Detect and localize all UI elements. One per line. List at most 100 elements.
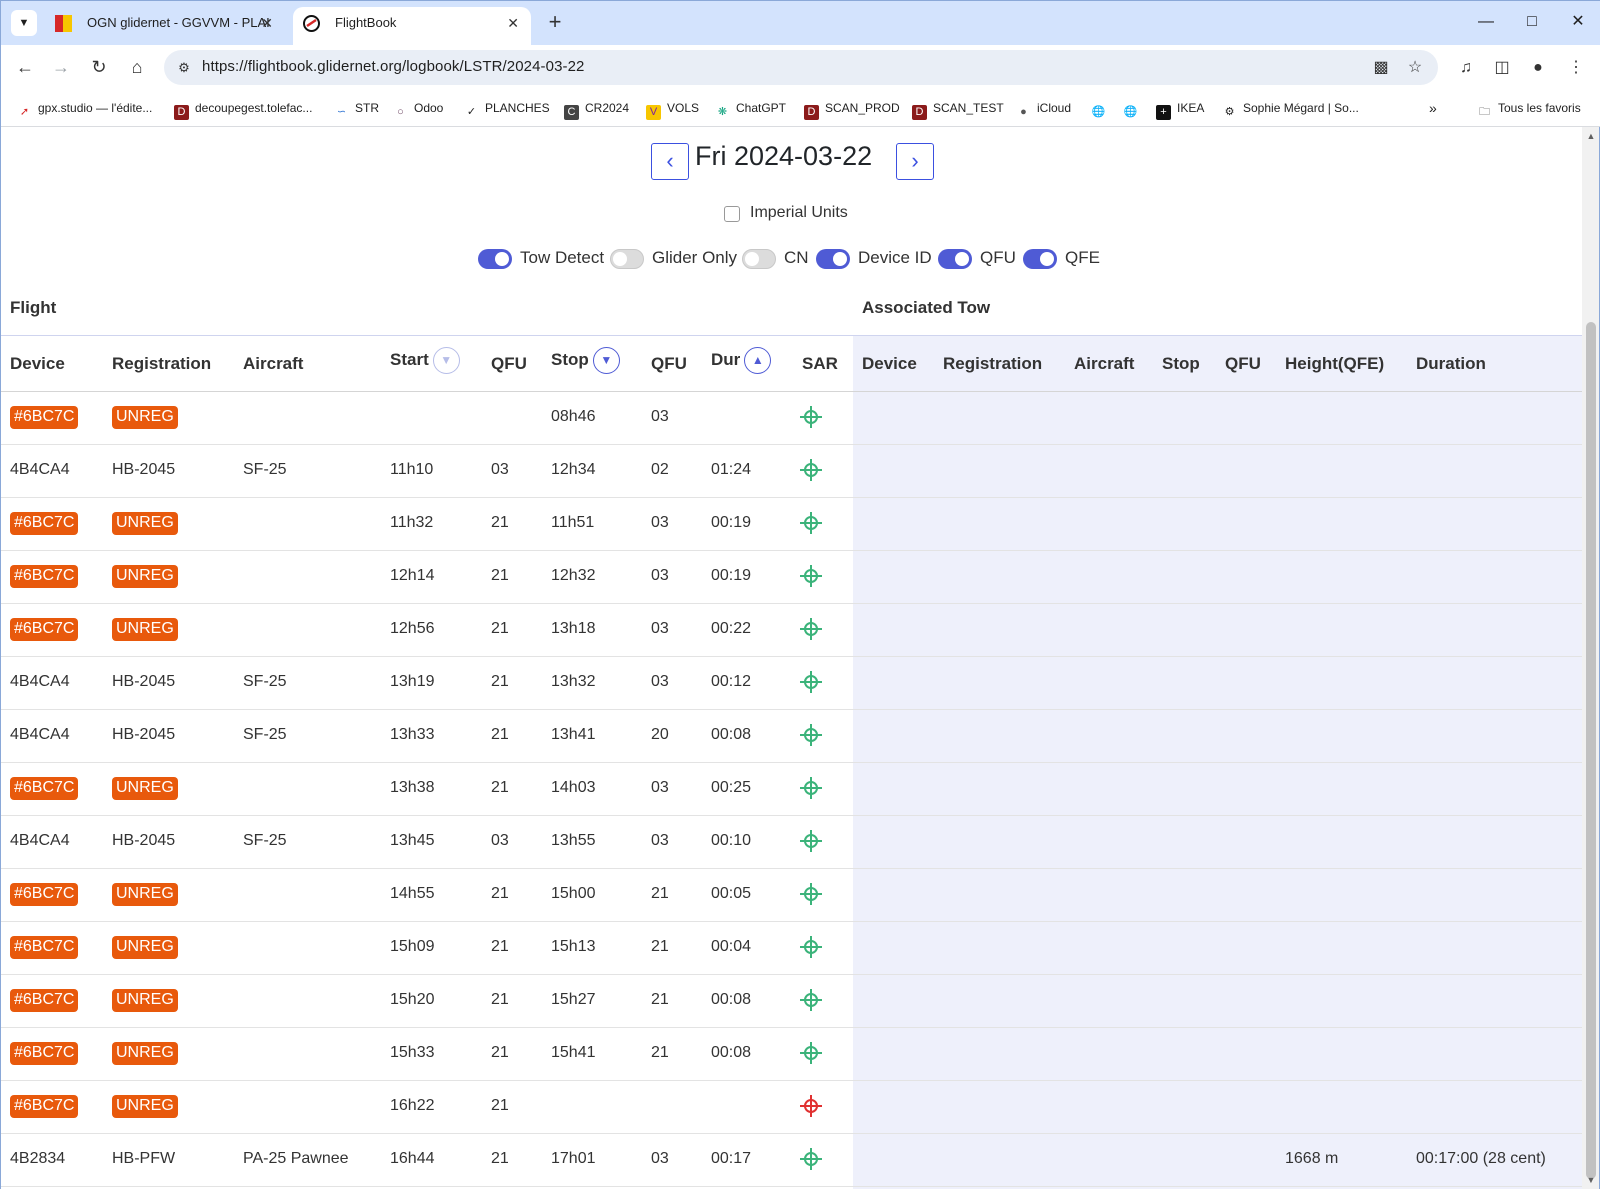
cell-qfu-start: 21 [491, 991, 509, 1008]
toggle-label: Tow Detect [520, 248, 605, 267]
sar-alert-crosshair-icon[interactable] [798, 1093, 824, 1119]
cell-qfu-stop: 03 [651, 620, 669, 637]
window-close-icon[interactable]: ✕ [1555, 7, 1600, 37]
cell-qfu-start: 21 [491, 1150, 509, 1167]
more-bookmarks-icon[interactable]: » [1429, 99, 1437, 117]
bookmark-str[interactable]: ∽ STR [334, 99, 379, 118]
device-badge: #6BC7C [10, 406, 79, 429]
cell-duration: 00:25 [711, 779, 752, 796]
scroll-down-icon[interactable]: ▼ [1586, 1175, 1596, 1185]
cell-registration: UNREG [112, 406, 178, 429]
sar-crosshair-icon[interactable] [798, 457, 824, 483]
cell-device: 4B4CA4 [10, 673, 70, 690]
cell-device: #6BC7C [10, 777, 79, 800]
bookmark-odoo[interactable]: ○ Odoo [393, 99, 443, 118]
close-icon[interactable]: ✕ [507, 7, 519, 39]
bookmark-chatgpt[interactable]: ❋ ChatGPT [715, 99, 786, 118]
side-panel-icon[interactable]: ◫ [1489, 55, 1515, 81]
profile-icon[interactable]: ● [1525, 55, 1551, 81]
tab-search-button[interactable]: ▼ [11, 10, 37, 36]
sar-crosshair-icon[interactable] [798, 669, 824, 695]
sar-crosshair-icon[interactable] [798, 404, 824, 430]
sar-crosshair-icon[interactable] [798, 616, 824, 642]
maximize-icon[interactable]: □ [1509, 7, 1555, 37]
col-stop-header: Stop ▼ [551, 347, 620, 374]
menu-kebab-icon[interactable]: ⋮ [1563, 55, 1589, 81]
toggle-switch[interactable] [742, 249, 776, 269]
translate-icon[interactable]: ▩ [1370, 57, 1392, 79]
sar-crosshair-icon[interactable] [798, 987, 824, 1013]
device-badge: #6BC7C [10, 618, 79, 641]
sar-crosshair-icon[interactable] [798, 828, 824, 854]
toggle-switch[interactable] [1023, 249, 1057, 269]
sar-crosshair-icon[interactable] [798, 775, 824, 801]
scrollbar-thumb[interactable] [1586, 322, 1596, 1179]
bookmark-vols[interactable]: V VOLS [646, 99, 699, 120]
minimize-icon[interactable]: — [1463, 7, 1509, 37]
sar-crosshair-icon[interactable] [798, 1040, 824, 1066]
cell-qfu-start: 21 [491, 779, 509, 796]
cell-device: #6BC7C [10, 406, 79, 429]
cell-qfu-stop: 21 [651, 885, 669, 902]
bookmark-globe-1[interactable]: 🌐 [1091, 99, 1112, 118]
table-row: 4B4CA4 HB-2045 SF-25 13h33 21 13h41 20 00:08 [1, 710, 1583, 763]
cell-start: 15h33 [390, 1044, 435, 1061]
cell-device: 4B2834 [10, 1150, 66, 1167]
sar-crosshair-icon[interactable] [798, 1146, 824, 1172]
toggle-switch[interactable] [610, 249, 644, 269]
bookmark-planches[interactable]: ✓ PLANCHES [464, 99, 550, 118]
url-text[interactable]: https://flightbook.glidernet.org/logbook… [202, 58, 585, 75]
sort-start-button[interactable]: ▼ [432, 347, 460, 374]
bookmark-sophie[interactable]: ⚙ Sophie Mégard | So... [1222, 99, 1359, 118]
tow-col-stop-header: Stop [1162, 354, 1200, 373]
bookmark-star-icon[interactable]: ☆ [1404, 57, 1426, 79]
home-icon[interactable]: ⌂ [123, 53, 151, 81]
cell-device: 4B4CA4 [10, 832, 70, 849]
tab-flightbook[interactable]: FlightBook ✕ [293, 7, 531, 45]
forward-arrow-icon[interactable]: → [47, 53, 75, 81]
bookmark-gpx-studio[interactable]: ➚ gpx.studio — l'édite... [17, 99, 152, 118]
close-icon[interactable]: ✕ [261, 7, 273, 39]
bookmark-icloud[interactable]: ● iCloud [1016, 99, 1071, 118]
cell-start: 13h38 [390, 779, 435, 796]
bookmark-cr2024[interactable]: C CR2024 [564, 99, 629, 120]
bookmark-scan-prod[interactable]: D SCAN_PROD [804, 99, 900, 120]
site-info-icon[interactable]: ⚙ [174, 58, 194, 78]
media-control-icon[interactable]: ♫ [1453, 55, 1479, 81]
cell-aircraft: PA-25 Pawnee [243, 1150, 349, 1167]
bookmark-globe-2[interactable]: 🌐 [1123, 99, 1144, 118]
cell-stop: 15h41 [551, 1044, 596, 1061]
next-day-button[interactable]: › [896, 143, 934, 180]
sort-stop-button[interactable]: ▼ [592, 347, 620, 374]
address-bar[interactable]: ⚙ https://flightbook.glidernet.org/logbo… [164, 50, 1438, 85]
imperial-units-checkbox[interactable] [724, 206, 740, 222]
col-dur-header: Dur ▲ [711, 347, 772, 374]
bookmark-scan-test[interactable]: D SCAN_TEST [912, 99, 1004, 120]
sar-crosshair-icon[interactable] [798, 510, 824, 536]
cell-qfu-start: 21 [491, 885, 509, 902]
sort-dur-button[interactable]: ▲ [744, 347, 772, 374]
bookmark-decoupegest[interactable]: Ddecoupegest.tolefac... [174, 99, 312, 120]
previous-day-button[interactable]: ‹ [651, 143, 689, 180]
globe-icon: 🌐 [1091, 106, 1106, 118]
scroll-up-icon[interactable]: ▲ [1586, 131, 1596, 141]
toggle-switch[interactable] [938, 249, 972, 269]
col-qfu-header: QFU [491, 354, 527, 373]
sar-crosshair-icon[interactable] [798, 722, 824, 748]
toggle-switch[interactable] [816, 249, 850, 269]
page-scrollbar[interactable]: ▲ ▼ [1582, 127, 1600, 1189]
reload-icon[interactable]: ↻ [85, 53, 113, 81]
all-bookmarks-folder[interactable]: 🗀 Tous les favoris [1477, 99, 1581, 118]
toggle-switch[interactable] [478, 249, 512, 269]
tab-ogn-glidernet[interactable]: OGN glidernet - GGVVM - PLAI ✕ [45, 7, 285, 45]
cell-registration: HB-2045 [112, 832, 176, 849]
cell-duration: 00:19 [711, 567, 752, 584]
bookmark-ikea[interactable]: + IKEA [1156, 99, 1204, 120]
back-arrow-icon[interactable]: ← [11, 53, 39, 81]
sar-crosshair-icon[interactable] [798, 563, 824, 589]
sar-crosshair-icon[interactable] [798, 881, 824, 907]
unregistered-badge: UNREG [112, 936, 178, 959]
cell-qfu-stop: 21 [651, 1044, 669, 1061]
sar-crosshair-icon[interactable] [798, 934, 824, 960]
new-tab-icon[interactable]: + [541, 9, 569, 37]
